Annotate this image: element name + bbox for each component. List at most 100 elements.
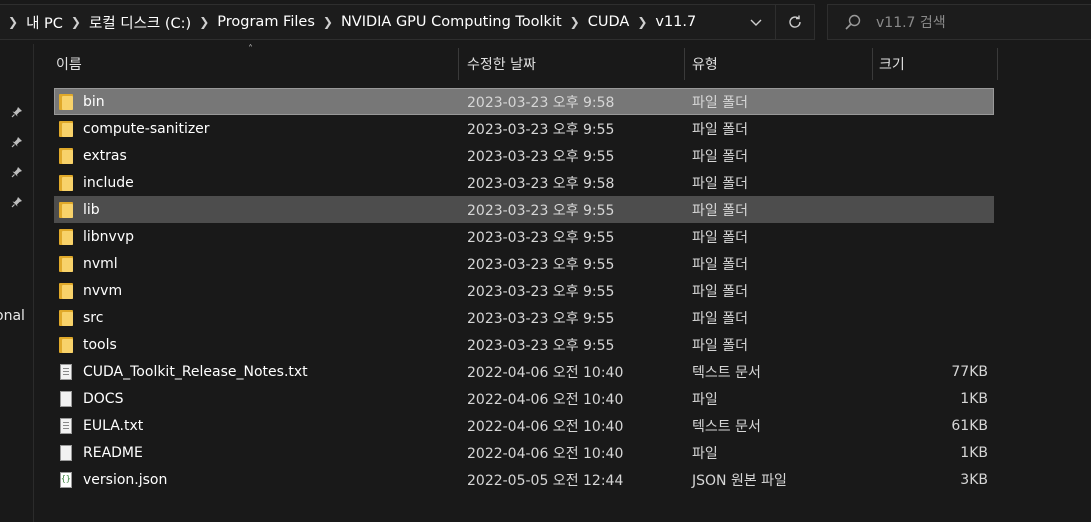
column-header-label: 이름	[56, 57, 82, 73]
column-header-label: 수정한 날짜	[467, 57, 536, 73]
folder-icon	[58, 169, 74, 196]
folder-icon	[58, 223, 74, 250]
file-type: 파일	[692, 391, 718, 408]
folder-icon	[58, 250, 74, 277]
file-size: 1KB	[960, 390, 988, 407]
chevron-right-icon[interactable]: ❯	[629, 15, 655, 29]
search-icon	[844, 13, 862, 31]
file-name: README	[83, 444, 143, 461]
file-list-row[interactable]: bin 2023-03-23 오후 9:58 파일 폴더	[54, 88, 994, 115]
file-size: 61KB	[951, 417, 988, 434]
file-name: bin	[83, 93, 105, 110]
file-list-row[interactable]: version.json 2022-05-05 오전 12:44 JSON 원본 파…	[54, 466, 994, 493]
file-type: 파일 폴더	[692, 310, 748, 327]
search-box[interactable]: v11.7 검색	[827, 4, 1091, 40]
file-date-modified: 2022-04-06 오전 10:40	[467, 445, 624, 462]
file-date-modified: 2023-03-23 오후 9:55	[467, 121, 615, 138]
file-list-row[interactable]: nvml 2023-03-23 오후 9:55 파일 폴더	[54, 250, 994, 277]
file-date-modified: 2022-04-06 오전 10:40	[467, 364, 624, 381]
chevron-down-icon	[750, 19, 762, 26]
file-name: extras	[83, 147, 127, 164]
sort-ascending-icon: ˄	[248, 44, 253, 55]
breadcrumb-item-nvidia-toolkit[interactable]: NVIDIA GPU Computing Toolkit	[341, 14, 562, 30]
column-header-date[interactable]: 수정한 날짜	[467, 44, 536, 84]
file-type: 텍스트 문서	[692, 418, 761, 435]
text-file-icon	[58, 358, 74, 385]
file-date-modified: 2023-03-23 오후 9:55	[467, 256, 615, 273]
file-date-modified: 2023-03-23 오후 9:55	[467, 148, 615, 165]
chevron-right-icon[interactable]: ❯	[0, 15, 26, 29]
column-header-label: 크기	[879, 57, 905, 73]
pin-icon[interactable]	[11, 136, 23, 152]
chevron-right-icon[interactable]: ❯	[562, 15, 588, 29]
file-date-modified: 2022-04-06 오전 10:40	[467, 391, 624, 408]
file-date-modified: 2023-03-23 오후 9:58	[467, 94, 615, 111]
folder-icon	[58, 331, 74, 358]
file-name: version.json	[83, 471, 168, 488]
folder-icon	[58, 115, 74, 142]
breadcrumb: ❯ 내 PC ❯ 로컬 디스크 (C:) ❯ Program Files ❯ N…	[0, 12, 737, 33]
file-type: JSON 원본 파일	[692, 472, 787, 489]
navigation-pane[interactable]: onal	[0, 44, 34, 522]
file-name: nvml	[83, 255, 118, 272]
column-divider[interactable]	[684, 48, 685, 80]
file-icon	[58, 385, 74, 412]
column-divider[interactable]	[458, 48, 459, 80]
chevron-right-icon[interactable]: ❯	[315, 15, 341, 29]
pin-icon[interactable]	[11, 196, 23, 212]
file-type: 파일 폴더	[692, 202, 748, 219]
column-header-label: 유형	[692, 57, 718, 73]
nav-item-label[interactable]: onal	[0, 308, 25, 324]
file-list-row[interactable]: DOCS 2022-04-06 오전 10:40 파일 1KB	[54, 385, 994, 412]
file-list-row[interactable]: lib 2023-03-23 오후 9:55 파일 폴더	[54, 196, 994, 223]
breadcrumb-item-local-disk[interactable]: 로컬 디스크 (C:)	[89, 12, 191, 33]
file-date-modified: 2023-03-23 오후 9:55	[467, 202, 615, 219]
column-header-row: ˄ 이름 수정한 날짜 유형 크기	[34, 44, 1091, 84]
file-list-row[interactable]: CUDA_Toolkit_Release_Notes.txt 2022-04-06…	[54, 358, 994, 385]
file-type: 파일 폴더	[692, 337, 748, 354]
file-size: 3KB	[960, 471, 988, 488]
file-name: DOCS	[83, 390, 124, 407]
folder-icon	[58, 88, 74, 115]
breadcrumb-item-program-files[interactable]: Program Files	[217, 14, 315, 30]
file-date-modified: 2023-03-23 오후 9:55	[467, 337, 615, 354]
file-name: src	[83, 309, 104, 326]
refresh-button[interactable]	[776, 5, 814, 39]
file-type: 파일 폴더	[692, 94, 748, 111]
file-list-row[interactable]: src 2023-03-23 오후 9:55 파일 폴더	[54, 304, 994, 331]
address-history-dropdown[interactable]	[737, 5, 775, 39]
file-list-row[interactable]: README 2022-04-06 오전 10:40 파일 1KB	[54, 439, 994, 466]
file-type: 파일 폴더	[692, 229, 748, 246]
file-list-row[interactable]: extras 2023-03-23 오후 9:55 파일 폴더	[54, 142, 994, 169]
chevron-right-icon[interactable]: ❯	[191, 15, 217, 29]
file-name: lib	[83, 201, 100, 218]
breadcrumb-item-cuda[interactable]: CUDA	[588, 14, 630, 30]
column-header-type[interactable]: 유형	[692, 44, 718, 84]
column-header-name[interactable]: 이름	[56, 44, 82, 84]
file-size: 77KB	[951, 363, 988, 380]
file-type: 파일 폴더	[692, 256, 748, 273]
file-list-row[interactable]: nvvm 2023-03-23 오후 9:55 파일 폴더	[54, 277, 994, 304]
file-type: 파일 폴더	[692, 283, 748, 300]
file-name: tools	[83, 336, 117, 353]
folder-icon	[58, 196, 74, 223]
file-date-modified: 2023-03-23 오후 9:55	[467, 310, 615, 327]
breadcrumb-item-v11-7[interactable]: v11.7	[655, 14, 696, 30]
pin-icon[interactable]	[11, 166, 23, 182]
search-input[interactable]: v11.7 검색	[876, 12, 946, 32]
breadcrumb-item-this-pc[interactable]: 내 PC	[26, 12, 63, 33]
column-divider[interactable]	[872, 48, 873, 80]
file-list-row[interactable]: tools 2023-03-23 오후 9:55 파일 폴더	[54, 331, 994, 358]
file-date-modified: 2022-04-06 오전 10:40	[467, 418, 624, 435]
file-type: 파일 폴더	[692, 121, 748, 138]
file-type: 파일 폴더	[692, 148, 748, 165]
pin-icon[interactable]	[11, 106, 23, 122]
file-list-row[interactable]: EULA.txt 2022-04-06 오전 10:40 텍스트 문서 61KB	[54, 412, 994, 439]
file-list-row[interactable]: compute-sanitizer 2023-03-23 오후 9:55 파일 폴더	[54, 115, 994, 142]
address-bar[interactable]: ❯ 내 PC ❯ 로컬 디스크 (C:) ❯ Program Files ❯ N…	[0, 4, 815, 40]
file-list-row[interactable]: libnvvp 2023-03-23 오후 9:55 파일 폴더	[54, 223, 994, 250]
column-divider[interactable]	[997, 48, 998, 80]
column-header-size[interactable]: 크기	[879, 44, 905, 84]
chevron-right-icon[interactable]: ❯	[63, 15, 89, 29]
file-list-row[interactable]: include 2023-03-23 오후 9:58 파일 폴더	[54, 169, 994, 196]
